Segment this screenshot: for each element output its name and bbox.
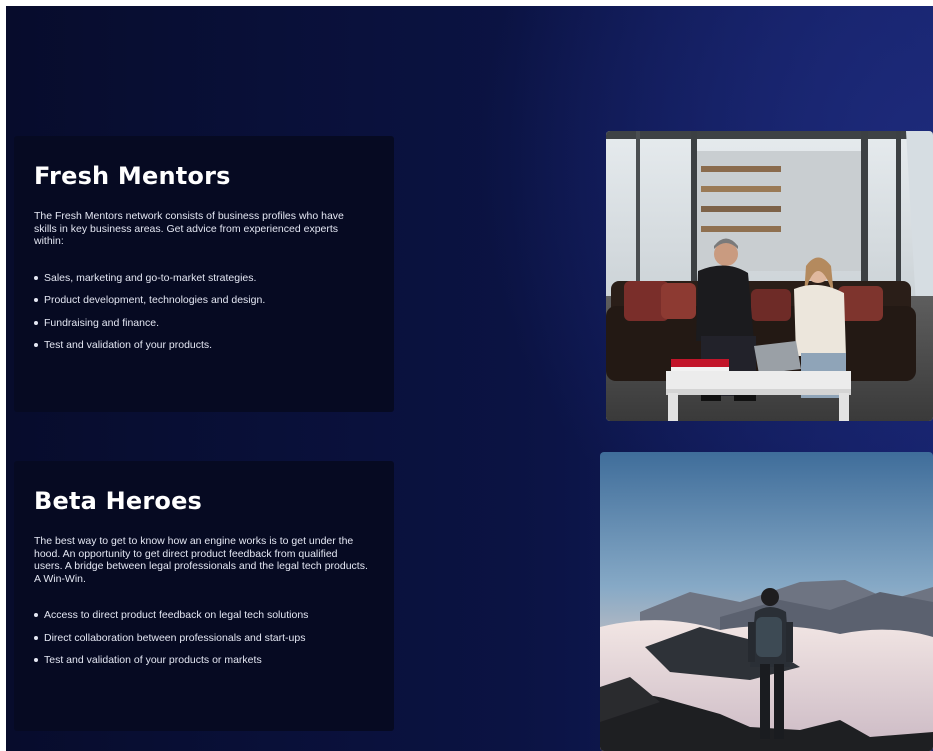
beta-heroes-panel: Beta Heroes The best way to get to know … [14, 461, 394, 731]
list-item-text: Access to direct product feedback on leg… [44, 609, 309, 621]
bullet-dot-icon [34, 298, 38, 302]
fresh-mentors-list: Sales, marketing and go-to-market strate… [34, 272, 376, 351]
office-meeting-image [606, 131, 933, 421]
list-item: Product development, technologies and de… [34, 294, 376, 306]
beta-heroes-title: Beta Heroes [34, 487, 203, 515]
list-item: Direct collaboration between professiona… [34, 632, 376, 644]
list-item-text: Sales, marketing and go-to-market strate… [44, 271, 257, 284]
page: Fresh Mentors The Fresh Mentors network … [6, 6, 933, 751]
fresh-mentors-description: The Fresh Mentors network consists of bu… [34, 210, 344, 247]
list-item-text: Fundraising and finance. [44, 316, 159, 329]
office-meeting-photo [606, 131, 933, 421]
list-item-text: Product development, technologies and de… [44, 294, 266, 306]
mountain-hiker-photo [600, 452, 933, 751]
bullet-dot-icon [34, 635, 38, 640]
bullet-dot-icon [34, 275, 38, 280]
list-item-text: Test and validation of your products or … [44, 654, 262, 666]
list-item: Sales, marketing and go-to-market strate… [34, 272, 376, 284]
fresh-mentors-title: Fresh Mentors [34, 162, 231, 190]
bullet-dot-icon [34, 343, 38, 347]
list-item: Access to direct product feedback on leg… [34, 609, 376, 621]
list-item-text: Direct collaboration between professiona… [44, 631, 306, 644]
list-item: Test and validation of your products or … [34, 654, 376, 666]
fresh-mentors-panel: Fresh Mentors The Fresh Mentors network … [14, 136, 394, 412]
list-item: Fundraising and finance. [34, 317, 376, 329]
bullet-dot-icon [34, 658, 38, 662]
mountain-hiker-image [600, 452, 933, 751]
beta-heroes-description: The best way to get to know how an engin… [34, 535, 368, 585]
list-item-text: Test and validation of your products. [44, 339, 213, 351]
bullet-dot-icon [34, 320, 38, 325]
beta-heroes-list: Access to direct product feedback on leg… [34, 609, 376, 666]
bullet-dot-icon [34, 613, 38, 617]
list-item: Test and validation of your products. [34, 339, 376, 351]
